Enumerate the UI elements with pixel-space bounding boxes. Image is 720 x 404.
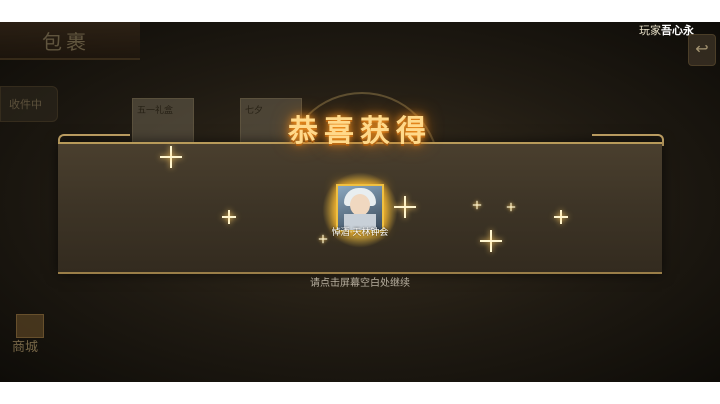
bag-header: 包裹 <box>0 22 140 60</box>
sparkle-icon <box>160 146 182 168</box>
return-icon: ↩ <box>695 39 709 58</box>
sparkle-icon <box>506 202 516 212</box>
player-info: 玩家吾心永 <box>639 22 694 38</box>
shop-button[interactable]: 商城 <box>12 314 48 358</box>
shop-label: 商城 <box>12 340 39 355</box>
sparkle-icon <box>554 210 568 224</box>
sparkle-icon <box>394 196 416 218</box>
sparkle-icon <box>318 234 328 244</box>
sparkle-icon <box>480 230 502 252</box>
shop-icon <box>16 314 44 338</box>
portrait-face <box>350 194 370 216</box>
reward-title: 恭喜获得 <box>288 114 432 149</box>
sparkle-icon <box>222 210 236 224</box>
bag-title: 包裹 <box>42 30 90 54</box>
player-label: 玩家 <box>639 24 661 37</box>
reward-item-icon[interactable] <box>336 184 384 232</box>
game-screen[interactable]: 包裹 玩家吾心永 ↩ 收件中 五一礼盒 七夕 商城 恭喜获得 悼酒·天林钟会 请… <box>0 22 720 382</box>
reward-item-name: 悼酒·天林钟会 <box>331 228 389 238</box>
back-button[interactable]: ↩ <box>688 34 716 66</box>
tap-to-continue-hint: 请点击屏幕空白处继续 <box>310 278 410 289</box>
sparkle-icon <box>472 200 482 210</box>
